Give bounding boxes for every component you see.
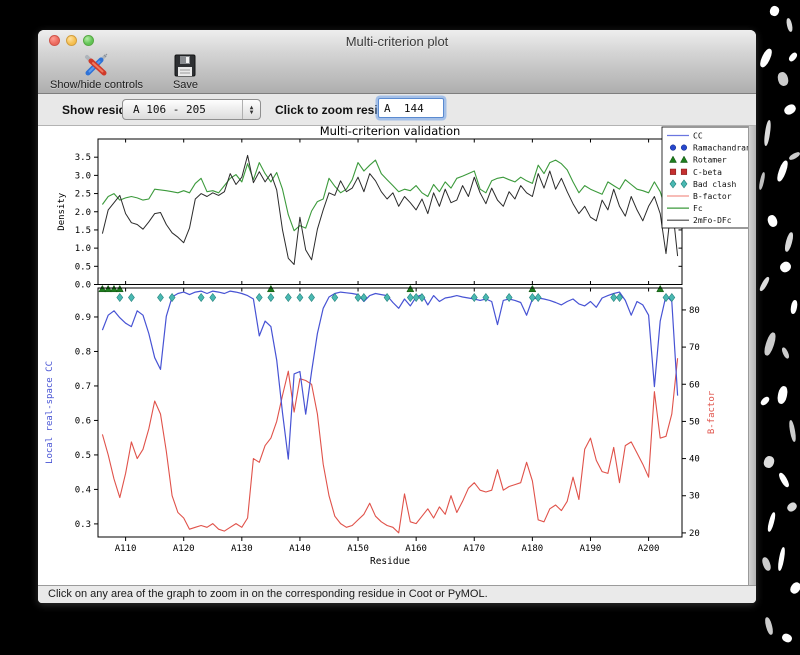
svg-text:2.5: 2.5	[75, 190, 91, 200]
svg-text:B-factor: B-factor	[707, 390, 717, 434]
toolbar: Show/hide controls Save	[38, 52, 756, 94]
app-window: Multi-criterion plot Show/hide controls	[38, 30, 756, 603]
svg-text:Density: Density	[57, 192, 67, 231]
svg-text:30: 30	[689, 492, 700, 502]
film-artifact	[763, 119, 772, 147]
film-artifact	[763, 616, 775, 636]
film-artifact	[766, 511, 777, 533]
show-residues-value: A 106 - 205	[133, 103, 206, 116]
film-artifact	[760, 556, 773, 572]
svg-text:0.0: 0.0	[75, 281, 91, 291]
svg-text:0.5: 0.5	[75, 262, 91, 272]
svg-text:0.6: 0.6	[75, 416, 91, 426]
svg-text:0.8: 0.8	[75, 347, 91, 357]
svg-text:A180: A180	[522, 544, 544, 554]
svg-text:A130: A130	[231, 544, 253, 554]
film-artifact	[777, 471, 791, 489]
svg-text:A190: A190	[580, 544, 602, 554]
svg-text:2mFo-DFc: 2mFo-DFc	[693, 216, 732, 225]
film-artifact	[776, 546, 787, 572]
film-artifact	[782, 102, 798, 117]
svg-text:70: 70	[689, 343, 700, 353]
stepper-arrows-icon: ▲ ▼	[242, 100, 260, 119]
tools-icon	[85, 53, 108, 76]
film-artifact	[768, 4, 781, 18]
svg-text:Fc: Fc	[693, 204, 703, 213]
film-artifact	[788, 419, 797, 443]
svg-text:Multi-criterion validation: Multi-criterion validation	[320, 126, 461, 138]
show-hide-controls-button[interactable]: Show/hide controls	[42, 47, 151, 93]
svg-text:A160: A160	[405, 544, 427, 554]
svg-text:C-beta: C-beta	[693, 168, 722, 177]
svg-text:A110: A110	[115, 544, 137, 554]
film-artifact	[789, 299, 799, 315]
show-residues-select[interactable]: A 106 - 205 ▲ ▼	[122, 99, 261, 120]
film-artifact	[766, 213, 779, 229]
svg-text:0.5: 0.5	[75, 451, 91, 461]
controls-row: Show residues: A 106 - 205 ▲ ▼ Click to z…	[38, 94, 756, 126]
svg-text:50: 50	[689, 417, 700, 427]
film-artifact	[762, 331, 778, 357]
svg-text:1.0: 1.0	[75, 244, 91, 254]
svg-text:2.0: 2.0	[75, 208, 91, 218]
figure-area: A110 A120 A130 A140 A150 A160 A170 A180 A190 A200…	[38, 124, 756, 585]
film-artifact	[785, 500, 799, 514]
svg-text:1.5: 1.5	[75, 226, 91, 236]
svg-text:0.3: 0.3	[75, 520, 91, 530]
legend: CC Ramachandran Rotamer C-beta Bad clash B-fa…	[661, 126, 752, 229]
film-artifact	[788, 580, 800, 596]
svg-text:CC: CC	[693, 132, 703, 141]
svg-text:B-factor: B-factor	[693, 192, 732, 201]
film-artifact	[759, 395, 771, 407]
svg-text:Residue: Residue	[370, 556, 410, 567]
save-button[interactable]: Save	[165, 47, 206, 93]
status-bar: Click on any area of the graph to zoom i…	[38, 585, 756, 603]
film-artifact	[780, 346, 791, 360]
film-artifact	[758, 275, 771, 293]
film-artifact	[758, 47, 774, 69]
svg-text:A140: A140	[289, 544, 311, 554]
plot-backgrounds	[98, 139, 682, 537]
svg-text:Ramachandran: Ramachandran	[693, 144, 748, 153]
svg-text:A200: A200	[638, 544, 660, 554]
film-artifact	[783, 231, 795, 253]
film-artifact	[762, 454, 776, 470]
svg-text:3.0: 3.0	[75, 171, 91, 181]
svg-text:A170: A170	[463, 544, 485, 554]
save-label: Save	[172, 79, 199, 91]
svg-text:60: 60	[689, 380, 700, 390]
window-resize-strip[interactable]	[748, 126, 756, 585]
svg-text:Local real-space CC: Local real-space CC	[45, 361, 55, 464]
film-artifact	[778, 259, 793, 275]
zoom-residue-input[interactable]	[378, 98, 444, 118]
svg-text:Bad clash: Bad clash	[693, 180, 737, 189]
validation-plot[interactable]: A110 A120 A130 A140 A150 A160 A170 A180 A190 A200…	[38, 124, 752, 585]
svg-text:20: 20	[689, 529, 700, 539]
svg-text:0.9: 0.9	[75, 313, 91, 323]
svg-text:0.4: 0.4	[75, 485, 91, 495]
film-artifact	[785, 17, 794, 33]
svg-text:A120: A120	[173, 544, 195, 554]
film-artifact	[780, 632, 794, 644]
status-text: Click on any area of the graph to zoom i…	[48, 588, 488, 600]
film-artifact	[776, 385, 789, 405]
desktop-background: Multi-criterion plot Show/hide controls	[0, 0, 800, 655]
film-artifact	[788, 150, 800, 162]
svg-text:3.5: 3.5	[75, 153, 91, 163]
save-icon	[174, 54, 196, 77]
svg-text:80: 80	[689, 306, 700, 316]
svg-text:A150: A150	[347, 544, 369, 554]
svg-text:Rotamer: Rotamer	[693, 156, 727, 165]
film-artifact	[787, 51, 799, 63]
show-hide-controls-label: Show/hide controls	[50, 79, 143, 91]
film-artifact	[775, 159, 790, 183]
film-artifact	[776, 70, 790, 88]
svg-text:40: 40	[689, 455, 700, 465]
film-artifact	[758, 171, 766, 191]
svg-text:0.7: 0.7	[75, 382, 91, 392]
